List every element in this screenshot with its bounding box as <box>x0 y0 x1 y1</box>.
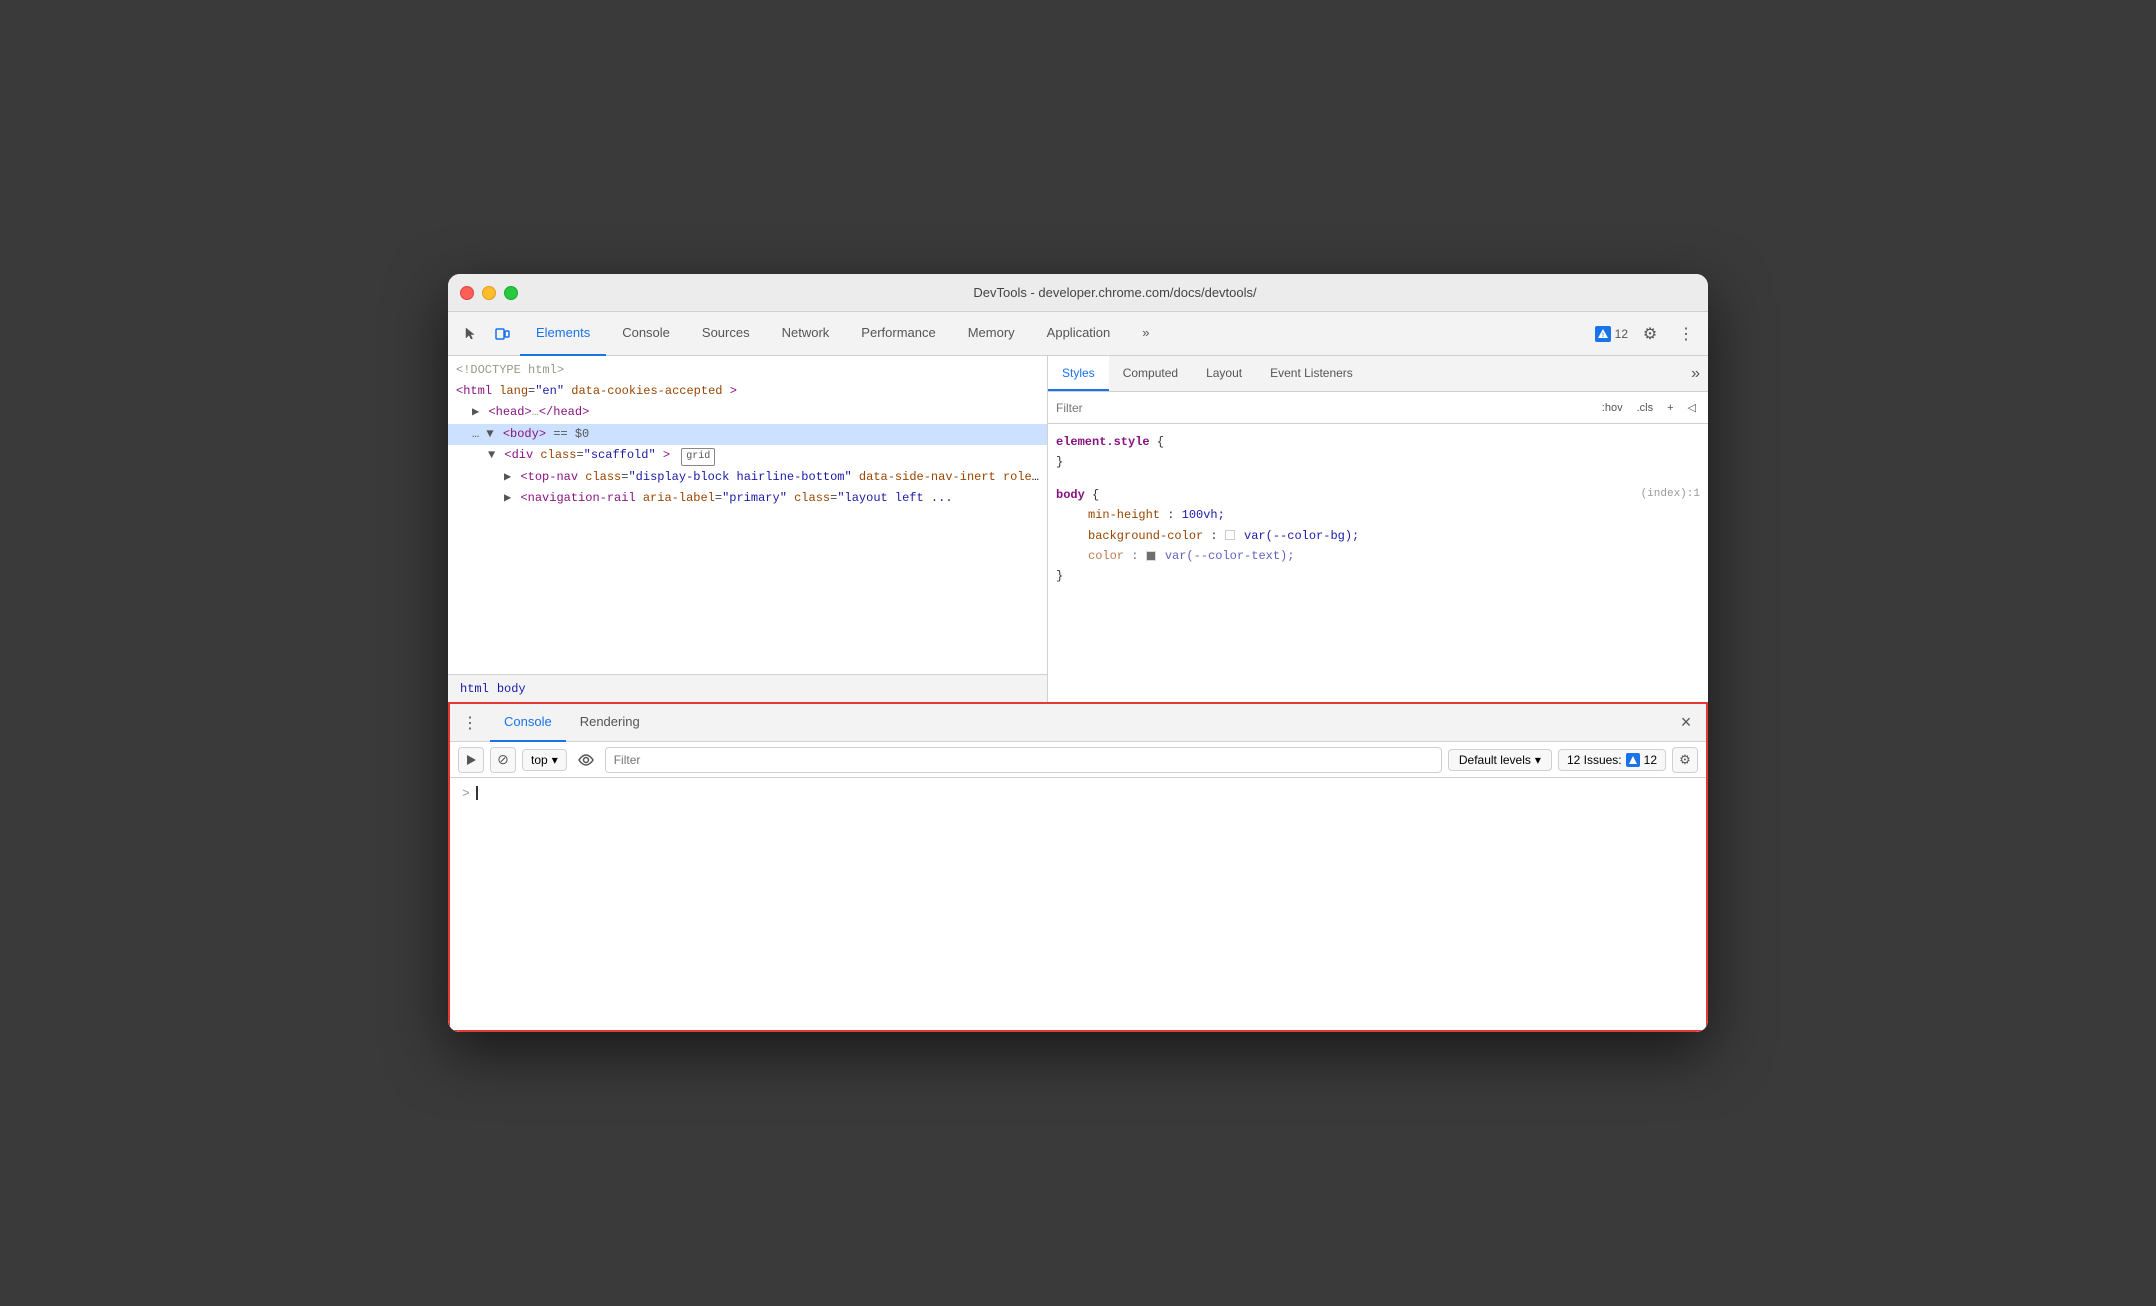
css-rule-body-close: } <box>1056 566 1700 586</box>
console-menu-button[interactable]: ⋮ <box>458 711 482 735</box>
console-tabs: Console Rendering <box>490 704 654 742</box>
html-line-body[interactable]: … ▼ <body> == $0 <box>448 424 1047 445</box>
console-input-area[interactable]: > <box>450 778 1706 1030</box>
console-actions-bar: ⊘ top ▾ Default levels ▾ <box>450 742 1706 778</box>
console-toolbar-right: × <box>1674 711 1698 735</box>
devtools-window: DevTools - developer.chrome.com/docs/dev… <box>448 274 1708 1032</box>
console-settings-button[interactable]: ⚙ <box>1672 747 1698 773</box>
elements-panel: <!DOCTYPE html> <html lang="en" data-coo… <box>448 356 1048 702</box>
issues-badge[interactable]: ! 12 <box>1595 326 1628 342</box>
more-options-button[interactable]: ⋮ <box>1672 320 1700 348</box>
devtools-container: Elements Console Sources Network Perform… <box>448 312 1708 1032</box>
breadcrumb-body[interactable]: body <box>493 680 530 698</box>
css-source-index[interactable]: (index):1 <box>1641 485 1700 504</box>
styles-tab-event-listeners[interactable]: Event Listeners <box>1256 356 1367 391</box>
breadcrumb-html[interactable]: html <box>456 680 493 698</box>
css-prop-background-color[interactable]: background-color : var(--color-bg); <box>1056 526 1700 546</box>
close-button[interactable] <box>460 286 474 300</box>
traffic-lights <box>460 286 518 300</box>
console-filter-input[interactable] <box>605 747 1442 773</box>
tab-memory[interactable]: Memory <box>952 312 1031 356</box>
styles-tab-layout[interactable]: Layout <box>1192 356 1256 391</box>
main-content-area: <!DOCTYPE html> <html lang="en" data-coo… <box>448 356 1708 702</box>
plus-filter-button[interactable]: + <box>1663 400 1677 416</box>
issues-count: 12 <box>1615 327 1628 341</box>
grid-badge[interactable]: grid <box>681 448 715 466</box>
issues-label: 12 Issues: <box>1567 753 1622 767</box>
css-rule-element-style: element.style { } <box>1056 432 1700 473</box>
styles-content: element.style { } body { (index):1 <box>1048 424 1708 702</box>
html-line-div-scaffold[interactable]: ▼ <div class="scaffold" > grid <box>448 445 1047 467</box>
default-levels-label: Default levels <box>1459 753 1531 767</box>
no-entry-button[interactable]: ⊘ <box>490 747 516 773</box>
tab-console[interactable]: Console <box>606 312 686 356</box>
toggle-filter-button[interactable]: ◁ <box>1684 399 1700 416</box>
default-levels-arrow: ▾ <box>1535 753 1541 767</box>
styles-tabs: Styles Computed Layout Event Listeners » <box>1048 356 1708 392</box>
tab-more[interactable]: » <box>1126 312 1165 356</box>
styles-tab-computed[interactable]: Computed <box>1109 356 1192 391</box>
css-prop-min-height[interactable]: min-height : 100vh; <box>1056 505 1700 525</box>
css-selector-body[interactable]: body { (index):1 <box>1056 485 1700 505</box>
css-prop-color[interactable]: color : var(--color-text); <box>1056 546 1700 566</box>
console-tab-console[interactable]: Console <box>490 704 566 742</box>
issues-icon: ! <box>1595 326 1611 342</box>
tab-application[interactable]: Application <box>1031 312 1127 356</box>
tab-performance[interactable]: Performance <box>845 312 951 356</box>
elements-tree[interactable]: <!DOCTYPE html> <html lang="en" data-coo… <box>448 356 1047 674</box>
context-selector[interactable]: top ▾ <box>522 749 567 771</box>
title-bar: DevTools - developer.chrome.com/docs/dev… <box>448 274 1708 312</box>
default-levels-button[interactable]: Default levels ▾ <box>1448 749 1552 771</box>
console-close-button[interactable]: × <box>1674 711 1698 735</box>
main-tab-bar: Elements Console Sources Network Perform… <box>520 312 1166 356</box>
css-rule-body: body { (index):1 min-height : 100vh; bac… <box>1056 485 1700 587</box>
styles-panel: Styles Computed Layout Event Listeners »… <box>1048 356 1708 702</box>
bg-color-swatch[interactable] <box>1225 530 1235 540</box>
cursor-tool-button[interactable] <box>456 320 484 348</box>
breadcrumb-bar: html body <box>448 674 1047 702</box>
window-title: DevTools - developer.chrome.com/docs/dev… <box>534 285 1696 300</box>
execute-button[interactable] <box>458 747 484 773</box>
console-prompt: > <box>462 786 470 801</box>
html-line-doctype[interactable]: <!DOCTYPE html> <box>448 360 1047 381</box>
context-dropdown-icon: ▾ <box>552 753 558 767</box>
device-toolbar-button[interactable] <box>488 320 516 348</box>
css-selector-element-style[interactable]: element.style { <box>1056 432 1700 452</box>
console-panel: ⋮ Console Rendering × ⊘ <box>448 702 1708 1032</box>
minimize-button[interactable] <box>482 286 496 300</box>
html-line-nav-rail[interactable]: ▶ <navigation-rail aria-label="primary" … <box>448 488 1047 509</box>
settings-button[interactable]: ⚙ <box>1636 320 1664 348</box>
filter-actions: :hov .cls + ◁ <box>1598 399 1700 416</box>
html-line-head[interactable]: ▶ <head>…</head> <box>448 402 1047 423</box>
top-toolbar: Elements Console Sources Network Perform… <box>448 312 1708 356</box>
issues-count-label: 12 <box>1644 753 1657 767</box>
html-line-html[interactable]: <html lang="en" data-cookies-accepted > <box>448 381 1047 402</box>
css-rule-close: } <box>1056 452 1700 472</box>
tab-elements[interactable]: Elements <box>520 312 606 356</box>
issues-count-button[interactable]: 12 Issues: 12 <box>1558 749 1666 771</box>
issues-icon-small <box>1626 753 1640 767</box>
cls-filter-button[interactable]: .cls <box>1633 400 1658 416</box>
text-color-swatch[interactable] <box>1146 551 1156 561</box>
toolbar-right-actions: ! 12 ⚙ ⋮ <box>1595 320 1700 348</box>
tab-network[interactable]: Network <box>766 312 846 356</box>
hov-filter-button[interactable]: :hov <box>1598 400 1627 416</box>
console-tab-rendering[interactable]: Rendering <box>566 704 654 742</box>
console-cursor <box>476 786 478 800</box>
context-label: top <box>531 753 548 767</box>
tab-sources[interactable]: Sources <box>686 312 766 356</box>
styles-filter-bar: :hov .cls + ◁ <box>1048 392 1708 424</box>
html-line-top-nav[interactable]: ▶ <top-nav class="display-block hairline… <box>448 467 1047 488</box>
maximize-button[interactable] <box>504 286 518 300</box>
svg-text:!: ! <box>1602 333 1604 339</box>
styles-tab-styles[interactable]: Styles <box>1048 356 1109 391</box>
styles-filter-input[interactable] <box>1056 401 1590 415</box>
console-toolbar: ⋮ Console Rendering × <box>450 704 1706 742</box>
styles-tab-more[interactable]: » <box>1683 356 1708 391</box>
eye-button[interactable] <box>573 747 599 773</box>
